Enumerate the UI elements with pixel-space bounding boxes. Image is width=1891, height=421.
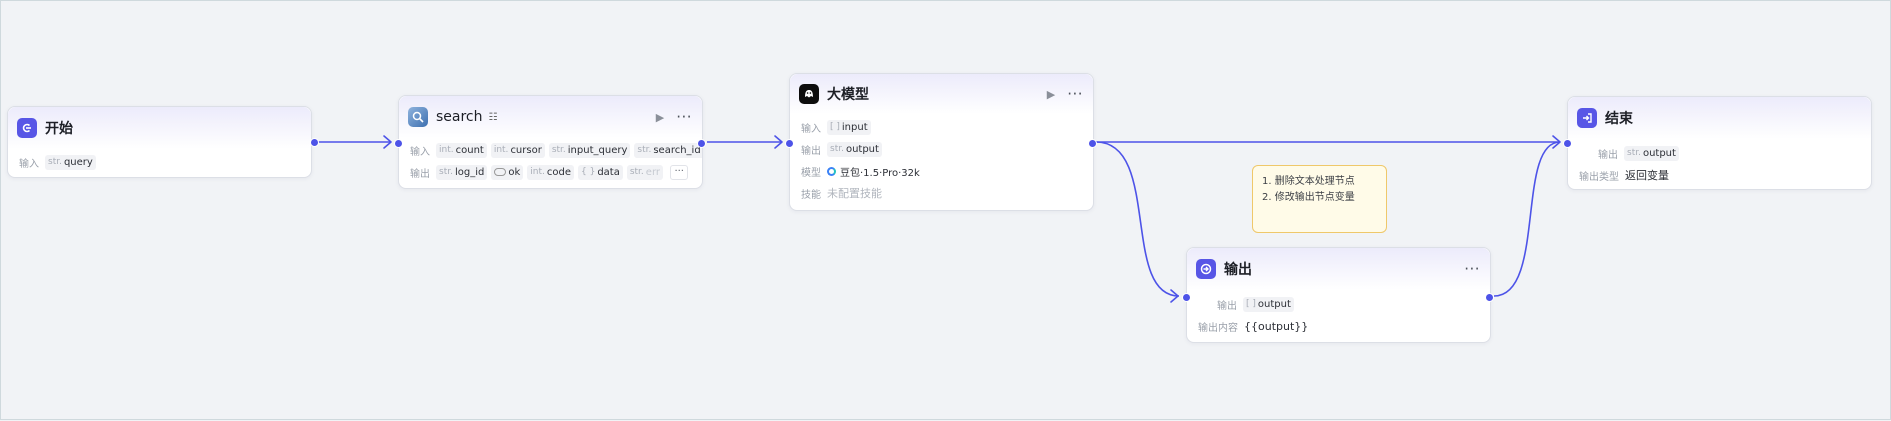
search-node-header: search ☷ ▶ ···: [399, 96, 702, 138]
more-options-button[interactable]: ···: [1067, 85, 1083, 103]
output-content-value: {{output}}: [1244, 319, 1309, 333]
end-output-var: str. output: [1624, 145, 1679, 161]
search-node[interactable]: search ☷ ▶ ··· 输入 int. count int. cursor s…: [394, 95, 706, 189]
search-output-code: int. code: [527, 164, 574, 180]
llm-skill-value: 未配置技能: [827, 187, 882, 200]
llm-input-var: [ ] input: [827, 119, 871, 135]
edge-output-end: [1493, 141, 1561, 297]
search-input-query: str. input_query: [548, 142, 631, 158]
llm-input-label: 输入: [801, 123, 821, 135]
end-type-value: 返回变量: [1625, 169, 1669, 182]
comment-note[interactable]: 1. 删除文本处理节点 2. 修改输出节点变量: [1252, 165, 1387, 233]
output-input-port[interactable]: [1182, 293, 1191, 302]
end-output-label: 输出: [1598, 149, 1618, 161]
output-output-label: 输出: [1217, 300, 1237, 312]
output-output-port[interactable]: [1485, 293, 1494, 302]
edge-llm-output: [1095, 141, 1180, 297]
llm-node-title: 大模型: [827, 87, 869, 103]
start-input-query: str. query: [45, 154, 96, 170]
llm-node-header: 大模型 ▶ ···: [790, 74, 1093, 114]
more-outputs-button[interactable]: ···: [670, 165, 688, 180]
llm-output-var: str. output: [827, 141, 882, 157]
search-input-count: int. count: [436, 142, 487, 158]
start-input-label: 输入: [19, 158, 39, 170]
plugin-badge-icon: ☷: [488, 111, 498, 123]
output-content-label: 输出内容: [1198, 322, 1238, 334]
workflow-edges: [314, 135, 1561, 303]
llm-model-label: 模型: [801, 167, 821, 179]
toggle-icon: [494, 168, 507, 176]
end-type-label: 输出类型: [1579, 171, 1619, 183]
llm-output-port[interactable]: [1088, 139, 1097, 148]
workflow-canvas[interactable]: 开始 输入 str. query search ☷ ▶ ··· 输入 int. co…: [0, 0, 1891, 420]
search-output-err: str. err: [626, 164, 663, 180]
end-node-header: 结束: [1568, 97, 1871, 139]
output-node-header: 输出 ···: [1187, 248, 1490, 290]
search-node-title: search: [436, 109, 483, 125]
doubao-logo-icon: [827, 166, 836, 176]
search-input-cursor: int. cursor: [490, 142, 545, 158]
note-line-1: 1. 删除文本处理节点: [1262, 176, 1355, 187]
search-output-port[interactable]: [697, 139, 706, 148]
more-options-button[interactable]: ···: [676, 108, 692, 126]
end-icon: [1577, 108, 1597, 128]
llm-model-value: 豆包·1.5·Pro·32k: [840, 167, 920, 179]
start-node[interactable]: 开始 输入 str. query: [7, 106, 319, 178]
end-input-port[interactable]: [1563, 139, 1572, 148]
output-var: [ ] output: [1243, 296, 1294, 312]
start-node-title: 开始: [45, 121, 73, 137]
note-line-2: 2. 修改输出节点变量: [1262, 192, 1355, 203]
llm-node[interactable]: 大模型 ▶ ··· 输入 [ ] input 输出 str. output 模型 豆…: [785, 73, 1097, 211]
output-icon: [1196, 259, 1216, 279]
search-input-label: 输入: [410, 146, 430, 158]
llm-output-label: 输出: [801, 145, 821, 157]
run-node-button[interactable]: ▶: [656, 111, 664, 124]
output-node[interactable]: 输出 ··· 输出 [ ] output 输出内容 {{output}}: [1182, 247, 1494, 343]
more-options-button[interactable]: ···: [1464, 260, 1480, 278]
search-output-data: { } data: [577, 164, 623, 180]
search-output-log-id: str. log_id: [436, 164, 488, 180]
llm-skill-label: 技能: [801, 189, 821, 201]
search-input-search-id: str. search_id: [634, 142, 702, 158]
end-node[interactable]: 结束 输出 str. output 输出类型 返回变量: [1563, 96, 1872, 190]
search-output-label: 输出: [410, 168, 430, 180]
end-node-title: 结束: [1605, 111, 1633, 127]
llm-input-port[interactable]: [785, 139, 794, 148]
start-node-header: 开始: [8, 107, 311, 149]
start-output-port[interactable]: [310, 138, 319, 147]
output-node-title: 输出: [1224, 262, 1252, 278]
run-node-button[interactable]: ▶: [1047, 88, 1055, 101]
llm-icon: [799, 84, 819, 104]
start-icon: [17, 118, 37, 138]
search-output-ok: ok: [491, 164, 524, 180]
search-input-port[interactable]: [394, 139, 403, 148]
search-plugin-icon: [408, 107, 428, 127]
